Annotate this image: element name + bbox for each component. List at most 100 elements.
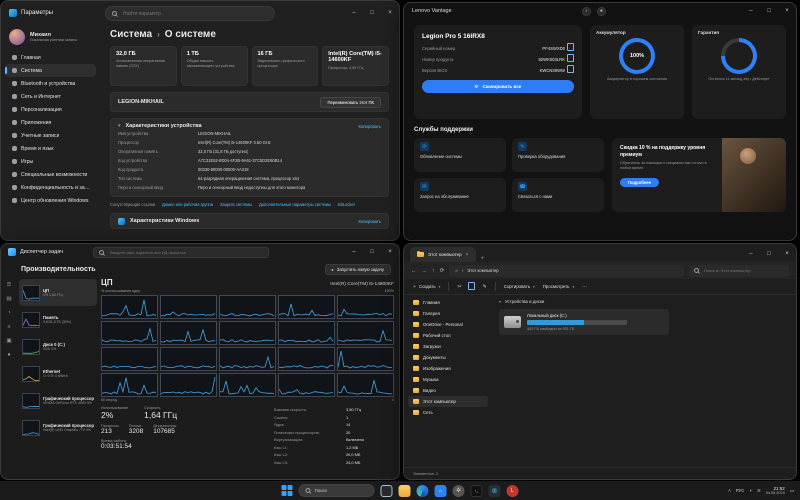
sidebar-item[interactable]: Bluetooth и устройства bbox=[5, 77, 96, 90]
related-link[interactable]: Защита системы bbox=[220, 202, 252, 207]
scan-all-button[interactable]: Сканировать все bbox=[422, 80, 574, 93]
back-button[interactable] bbox=[411, 268, 417, 274]
terminal-taskbar-icon[interactable] bbox=[470, 484, 483, 497]
task-manager-search-box[interactable] bbox=[93, 246, 269, 258]
history-icon[interactable] bbox=[7, 324, 10, 330]
user-account[interactable]: Михаил Локальная учетная запись bbox=[5, 27, 96, 51]
store-taskbar-icon[interactable] bbox=[434, 484, 447, 497]
start-button[interactable] bbox=[281, 485, 293, 496]
related-link[interactable]: BitLocker bbox=[338, 202, 355, 207]
group-header[interactable]: Устройства и диски bbox=[499, 299, 786, 304]
copy-link[interactable]: Копировать bbox=[358, 219, 381, 224]
task-view-button[interactable] bbox=[380, 484, 393, 497]
sidebar-item[interactable]: Специальные возможности bbox=[5, 168, 96, 181]
menu-icon[interactable] bbox=[7, 282, 12, 288]
explorer-titlebar[interactable]: Этот компьютер bbox=[404, 244, 796, 262]
performance-icon[interactable] bbox=[7, 310, 10, 316]
copy-icon[interactable] bbox=[567, 65, 574, 73]
close-button[interactable] bbox=[778, 247, 796, 261]
minimize-button[interactable] bbox=[742, 3, 760, 19]
explorer-nav-item[interactable]: Изображения bbox=[408, 363, 488, 374]
related-link[interactable]: Домен или рабочая группа bbox=[162, 202, 213, 207]
cut-icon[interactable] bbox=[457, 284, 461, 290]
performance-sidebar-item[interactable]: Графический процессор 0 NVIDIA GeForce R… bbox=[19, 387, 97, 414]
sidebar-item[interactable]: Приложения bbox=[5, 116, 96, 129]
sidebar-item[interactable]: Игры bbox=[5, 155, 96, 168]
explorer-nav-item[interactable]: Сеть bbox=[408, 407, 488, 418]
up-button[interactable] bbox=[432, 268, 435, 274]
refresh-button[interactable] bbox=[440, 268, 445, 274]
explorer-nav-item[interactable]: Рабочий стол bbox=[408, 330, 488, 341]
forward-button[interactable] bbox=[422, 268, 428, 274]
explorer-nav-item[interactable]: Этот компьютер bbox=[408, 396, 488, 407]
sidebar-item[interactable]: Учетные записи bbox=[5, 129, 96, 142]
startup-icon[interactable] bbox=[6, 338, 11, 344]
new-button[interactable]: Создать bbox=[413, 284, 440, 290]
spec-card[interactable]: 16 ГБ Видеопамять графического процессор… bbox=[251, 46, 319, 86]
spec-card[interactable]: 1 ТБ Общая емкость запоминающего устройс… bbox=[180, 46, 248, 86]
drive-item[interactable]: Локальный диск (C:) 402 ГБ свободно из 9… bbox=[499, 309, 669, 335]
spec-card[interactable]: Intel(R) Core(TM) i5-14600KF Процессор, … bbox=[322, 46, 389, 86]
address-bar[interactable]: Этот компьютер bbox=[449, 264, 684, 277]
task-manager-taskbar-icon[interactable] bbox=[488, 484, 501, 497]
explorer-nav-item[interactable]: Видео bbox=[408, 385, 488, 396]
rename-pc-button[interactable]: Переименовать этот ПК bbox=[320, 96, 381, 108]
battery-card[interactable]: Аккумулятор 100% Аккумулятор в хорошем с… bbox=[590, 25, 684, 119]
sidebar-item[interactable]: Центр обновления Windows bbox=[5, 194, 96, 207]
close-button[interactable] bbox=[381, 1, 399, 25]
explorer-nav-item[interactable]: Галерея bbox=[408, 308, 488, 319]
performance-sidebar-item[interactable]: Диск 0 (C:) SSD 0% bbox=[19, 333, 97, 360]
hidden-icons-chevron[interactable] bbox=[728, 488, 731, 493]
sort-button[interactable]: Сортировать bbox=[504, 284, 535, 289]
taskbar-search[interactable]: Поиск bbox=[298, 484, 375, 497]
explorer-nav-item[interactable]: Главная bbox=[408, 297, 488, 308]
task-manager-search-input[interactable] bbox=[108, 248, 263, 256]
rename-icon[interactable] bbox=[483, 284, 487, 290]
tab-close-icon[interactable] bbox=[466, 252, 469, 258]
sidebar-item[interactable]: Время и язык bbox=[5, 142, 96, 155]
copy-icon[interactable] bbox=[567, 54, 574, 62]
performance-sidebar-item[interactable]: Графический процессор 1 Intel(R) UHD Gra… bbox=[19, 414, 97, 441]
notifications-icon[interactable] bbox=[581, 6, 591, 16]
sidebar-item[interactable]: Конфиденциальность и защита bbox=[5, 181, 96, 194]
explorer-nav-item[interactable]: Музыка bbox=[408, 374, 488, 385]
copy-icon[interactable] bbox=[567, 43, 574, 51]
promo-details-button[interactable]: Подробнее bbox=[620, 177, 660, 187]
support-tile[interactable]: Связаться с нами bbox=[512, 178, 604, 212]
explorer-nav-item[interactable]: OneDrive - Personal bbox=[408, 319, 488, 330]
explorer-search-box[interactable] bbox=[689, 264, 789, 277]
settings-taskbar-icon[interactable] bbox=[452, 484, 465, 497]
warranty-card[interactable]: Гарантия Осталось 11 месяц(-ев) • Действ… bbox=[692, 25, 786, 119]
close-button[interactable] bbox=[778, 3, 796, 19]
volume-icon[interactable] bbox=[749, 488, 752, 493]
settings-search-box[interactable] bbox=[105, 6, 275, 21]
maximize-button[interactable] bbox=[760, 247, 778, 261]
spec-card[interactable]: 32,0 ГБ Установленная оперативная память… bbox=[110, 46, 177, 86]
view-button[interactable]: Просмотреть bbox=[543, 284, 574, 289]
language-indicator[interactable]: РУС bbox=[736, 488, 744, 493]
settings-search-input[interactable] bbox=[121, 9, 268, 18]
clock[interactable]: 21:52 04.05.2024 bbox=[766, 486, 785, 496]
run-new-task-button[interactable]: Запустить новую задачу bbox=[324, 263, 391, 275]
performance-sidebar-item[interactable]: ЦП 2% 1,64 ГГц bbox=[19, 279, 97, 306]
support-tile[interactable]: Обновление системы bbox=[414, 138, 506, 172]
sidebar-item[interactable]: Система bbox=[5, 64, 96, 77]
performance-sidebar-item[interactable]: Ethernet О: 0 П: 0 Кбит/с bbox=[19, 360, 97, 387]
minimize-button[interactable] bbox=[345, 244, 363, 260]
new-tab-button[interactable] bbox=[481, 256, 485, 262]
support-tile[interactable]: Проверка оборудования bbox=[512, 138, 604, 172]
profile-icon[interactable] bbox=[596, 6, 606, 16]
support-tile[interactable]: Запрос на обслуживание bbox=[414, 178, 506, 212]
copy-link[interactable]: Копировать bbox=[358, 124, 381, 129]
close-button[interactable] bbox=[381, 244, 399, 260]
maximize-button[interactable] bbox=[760, 3, 778, 19]
more-icon[interactable] bbox=[582, 284, 587, 290]
task-manager-titlebar[interactable]: Диспетчер задач bbox=[1, 244, 399, 260]
vantage-taskbar-icon[interactable] bbox=[506, 484, 519, 497]
copy-icon[interactable] bbox=[467, 281, 475, 290]
related-link[interactable]: Дополнительные параметры системы bbox=[259, 202, 331, 207]
maximize-button[interactable] bbox=[363, 1, 381, 25]
sidebar-item[interactable]: Главная bbox=[5, 51, 96, 64]
maximize-button[interactable] bbox=[363, 244, 381, 260]
minimize-button[interactable] bbox=[742, 247, 760, 261]
